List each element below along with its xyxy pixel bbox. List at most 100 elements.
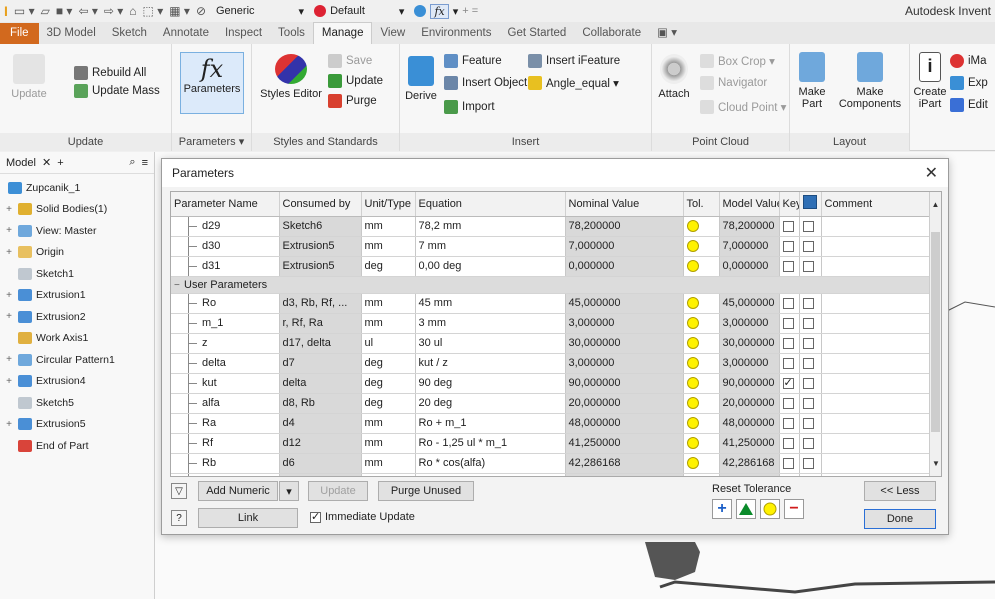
parameter-name-cell[interactable]: delta: [171, 353, 280, 374]
make-part-button[interactable]: Make Part: [792, 52, 832, 110]
save-icon[interactable]: ■ ▾: [56, 4, 73, 18]
key-checkbox[interactable]: [782, 337, 794, 349]
update-button[interactable]: Update: [6, 54, 52, 100]
tree-item[interactable]: + Circular Pattern1: [0, 349, 154, 371]
nominal-tolerance-icon[interactable]: [686, 397, 699, 410]
tolerance-cell[interactable]: [683, 293, 720, 314]
col-unit-type[interactable]: Unit/Type: [361, 192, 416, 217]
lower-tolerance-icon[interactable]: −: [784, 499, 804, 519]
comment-cell[interactable]: [821, 256, 932, 277]
equation-cell[interactable]: 3 mm: [415, 313, 566, 334]
col-consumed-by[interactable]: Consumed by: [279, 192, 362, 217]
tolerance-cell[interactable]: [683, 433, 720, 454]
key-checkbox[interactable]: [782, 240, 794, 252]
export-checkbox[interactable]: [802, 220, 814, 232]
parameter-name-cell[interactable]: d30: [171, 236, 280, 257]
insert-object-button[interactable]: Insert Object: [444, 76, 527, 90]
qat-tools[interactable]: fx ▾ + =: [414, 3, 478, 19]
key-checkbox[interactable]: [782, 397, 794, 409]
nominal-tolerance-icon[interactable]: [686, 297, 699, 310]
undo-icon[interactable]: ⇦ ▾: [78, 4, 97, 18]
tree-item[interactable]: + Extrusion4: [0, 371, 154, 393]
unit-cell[interactable]: deg: [361, 256, 416, 277]
tolerance-cell[interactable]: [683, 236, 720, 257]
tolerance-cell[interactable]: [683, 373, 720, 394]
new-icon[interactable]: ▭ ▾: [14, 4, 35, 18]
export-checkbox[interactable]: [802, 437, 814, 449]
col-tolerance[interactable]: Tol.: [683, 192, 720, 217]
unit-cell[interactable]: deg: [361, 393, 416, 414]
key-checkbox[interactable]: [782, 357, 794, 369]
unit-cell[interactable]: ul: [361, 333, 416, 354]
tolerance-cell[interactable]: [683, 333, 720, 354]
select-icon[interactable]: ⬚ ▾: [143, 4, 164, 18]
parameter-row[interactable]: Ra d4 mm Ro + m_1 48,000000 48,000000: [171, 413, 932, 434]
nominal-tolerance-icon[interactable]: [686, 377, 699, 390]
styles-update-button[interactable]: Update: [328, 74, 383, 88]
derive-button[interactable]: Derive: [402, 56, 440, 102]
insert-ifeature-button[interactable]: Insert iFeature: [528, 54, 620, 68]
styles-editor-button[interactable]: Styles Editor: [258, 54, 324, 100]
col-nominal-value[interactable]: Nominal Value: [565, 192, 684, 217]
parameter-row[interactable]: delta d7 deg kut / z 3,000000 3,000000: [171, 353, 932, 374]
col-export[interactable]: [799, 192, 822, 217]
equation-cell[interactable]: Ro * cos(alfa): [415, 453, 566, 474]
nominal-tolerance-icon[interactable]: [686, 457, 699, 470]
home-icon[interactable]: ⌂: [129, 4, 136, 18]
close-icon[interactable]: ✕: [925, 163, 938, 183]
parameter-row[interactable]: d29 Sketch6 mm 78,2 mm 78,200000 78,200000: [171, 216, 932, 237]
tolerance-cell[interactable]: [683, 313, 720, 334]
styles-purge-button[interactable]: Purge: [328, 94, 377, 108]
comment-cell[interactable]: [821, 216, 932, 237]
immediate-update-checkbox[interactable]: [310, 510, 321, 523]
export-checkbox[interactable]: [802, 240, 814, 252]
search-icon[interactable]: ⌕: [129, 156, 135, 169]
export-checkbox[interactable]: [802, 417, 814, 429]
nominal-tolerance-icon[interactable]: [760, 499, 780, 519]
edit-button[interactable]: Edit: [950, 98, 988, 112]
parameter-row[interactable]: z d17, delta ul 30 ul 30,000000 30,000000: [171, 333, 932, 354]
export-checkbox[interactable]: [802, 297, 814, 309]
expand-icon[interactable]: +: [4, 247, 14, 258]
key-checkbox[interactable]: [782, 260, 794, 272]
make-components-button[interactable]: Make Components: [834, 52, 906, 110]
tab-annotate[interactable]: Annotate: [155, 23, 217, 44]
comment-cell[interactable]: [821, 433, 932, 454]
unit-cell[interactable]: mm: [361, 293, 416, 314]
tab-tools[interactable]: Tools: [270, 23, 313, 44]
median-tolerance-icon[interactable]: [736, 499, 756, 519]
parameters-button[interactable]: fx Parameters: [180, 52, 244, 114]
import-button[interactable]: Import: [444, 100, 495, 114]
menu-icon[interactable]: ≡: [142, 157, 148, 169]
export-checkbox[interactable]: [802, 357, 814, 369]
parameter-name-cell[interactable]: m_1: [171, 313, 280, 334]
tree-item[interactable]: Zupcanik_1: [0, 177, 154, 199]
key-checkbox[interactable]: [782, 376, 794, 389]
style-combo[interactable]: Generic ▾: [216, 5, 304, 18]
close-icon[interactable]: ✕: [42, 156, 51, 169]
tolerance-cell[interactable]: [683, 393, 720, 414]
less-button[interactable]: << Less: [864, 481, 936, 501]
collapse-icon[interactable]: −: [174, 280, 184, 291]
key-checkbox[interactable]: [782, 297, 794, 309]
expand-icon[interactable]: +: [4, 376, 14, 387]
nominal-tolerance-icon[interactable]: [686, 337, 699, 350]
export-checkbox[interactable]: [802, 397, 814, 409]
cloud-point-button[interactable]: Cloud Point ▾: [700, 100, 786, 114]
parameter-name-cell[interactable]: d31: [171, 256, 280, 277]
parameter-name-cell[interactable]: kut: [171, 373, 280, 394]
comment-cell[interactable]: [821, 373, 932, 394]
key-checkbox[interactable]: [782, 220, 794, 232]
tolerance-cell[interactable]: [683, 216, 720, 237]
nominal-tolerance-icon[interactable]: [686, 220, 699, 233]
scroll-up-icon[interactable]: ▲: [930, 200, 941, 209]
comment-cell[interactable]: [821, 313, 932, 334]
nominal-tolerance-icon[interactable]: [686, 260, 699, 273]
parameter-name-cell[interactable]: d29: [171, 216, 280, 237]
nominal-tolerance-icon[interactable]: [686, 417, 699, 430]
parameter-row[interactable]: Rf d12 mm Ro - 1,25 ul * m_1 41,250000 41,250…: [171, 433, 932, 454]
tree-item[interactable]: Work Axis1: [0, 328, 154, 350]
expand-icon[interactable]: +: [4, 204, 14, 215]
key-checkbox[interactable]: [782, 457, 794, 469]
tab-extra-menu[interactable]: ▣ ▾: [649, 21, 685, 44]
